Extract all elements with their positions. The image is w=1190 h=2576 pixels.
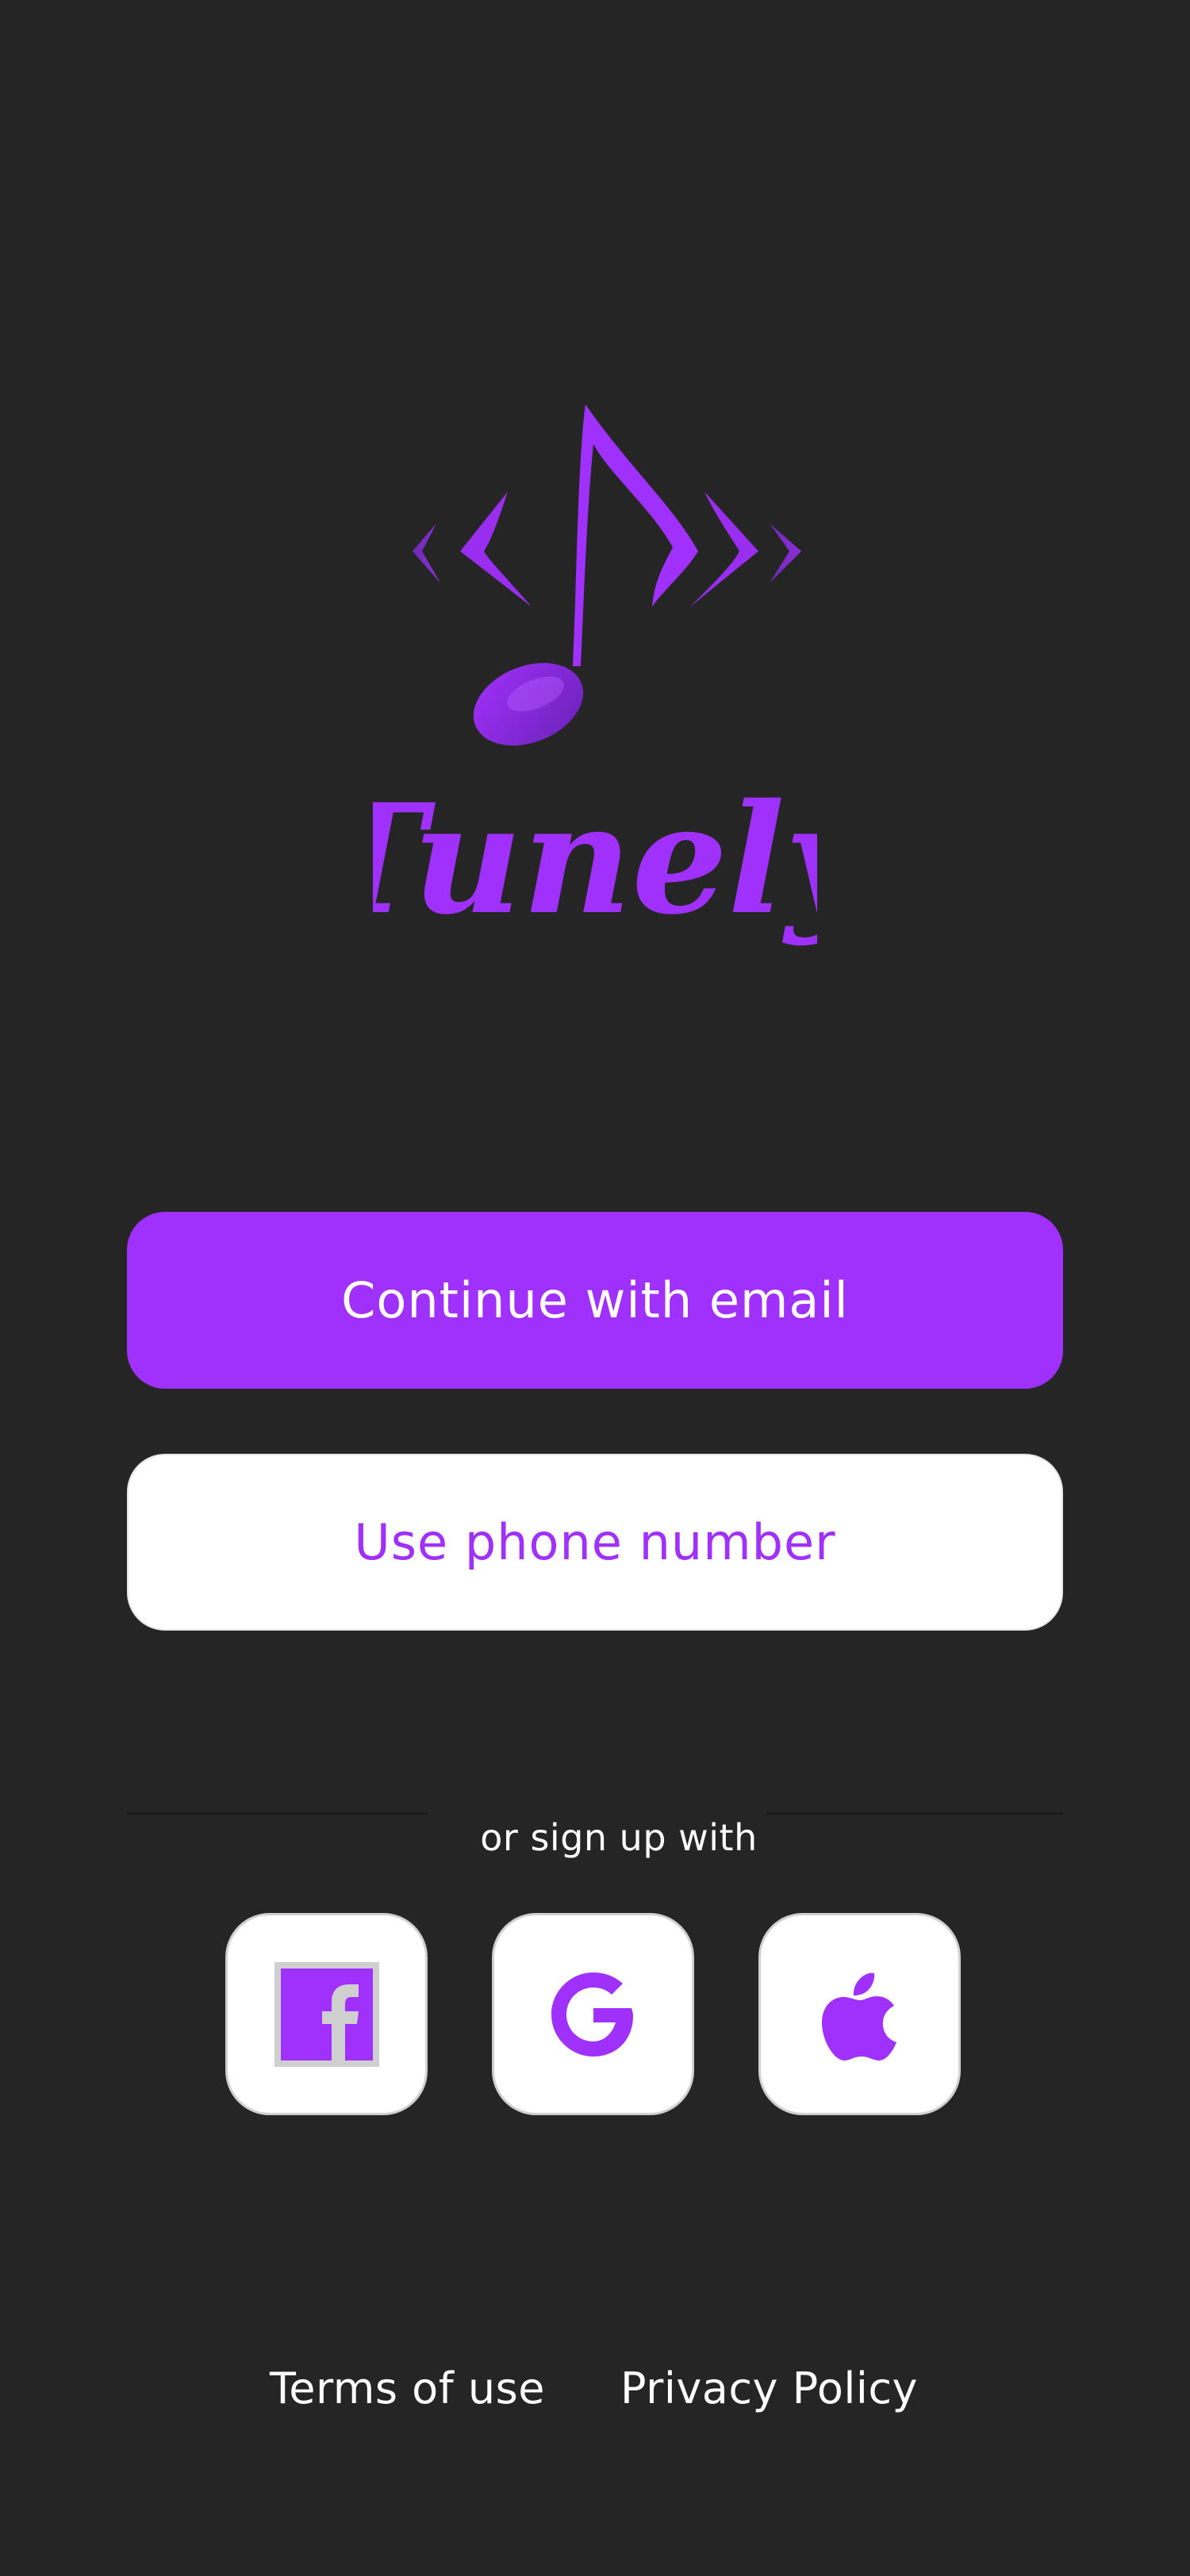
google-sign-up-button[interactable] [492, 1913, 694, 2115]
terms-of-use-link[interactable]: Terms of use [270, 2363, 545, 2413]
apple-sign-up-button[interactable] [758, 1913, 961, 2115]
facebook-sign-up-button[interactable] [225, 1913, 428, 2115]
sign-up-divider-label: or sign up with [480, 1816, 758, 1859]
divider-left [127, 1812, 427, 1815]
facebook-icon [274, 1961, 379, 2067]
privacy-policy-link[interactable]: Privacy Policy [620, 2363, 918, 2413]
google-icon [551, 1972, 633, 2057]
app-logo: Tunely [373, 389, 817, 976]
music-note-icon: Tunely [373, 404, 817, 948]
use-phone-number-label: Use phone number [354, 1513, 836, 1571]
app-wordmark: Tunely [373, 771, 817, 948]
continue-with-email-button[interactable]: Continue with email [127, 1212, 1063, 1389]
use-phone-number-button[interactable]: Use phone number [127, 1454, 1063, 1631]
divider-right [766, 1812, 1063, 1815]
continue-with-email-label: Continue with email [341, 1271, 849, 1329]
apple-icon [821, 1972, 896, 2060]
